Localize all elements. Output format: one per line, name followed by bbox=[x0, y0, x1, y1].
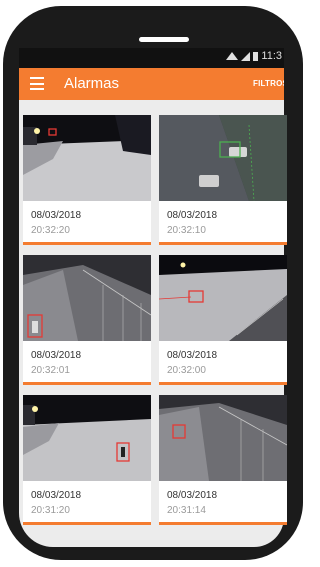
app-bar: Alarmas FILTROS bbox=[19, 68, 284, 100]
alarm-accent-bar bbox=[159, 522, 287, 525]
alarm-accent-bar bbox=[23, 242, 151, 245]
hamburger-menu-icon[interactable] bbox=[30, 77, 44, 90]
alarm-snapshot-1 bbox=[23, 115, 151, 201]
wifi-icon bbox=[226, 52, 239, 60]
alarm-time: 20:31:20 bbox=[31, 505, 70, 516]
alarm-date: 08/03/2018 bbox=[31, 350, 82, 361]
alarm-time: 20:32:20 bbox=[31, 225, 70, 236]
status-bar: 11:3 bbox=[19, 48, 284, 68]
alarm-accent-bar bbox=[159, 242, 287, 245]
alarm-date: 08/03/2018 bbox=[31, 490, 82, 501]
page-title: Alarmas bbox=[64, 75, 120, 92]
alarm-card[interactable]: 08/03/2018 20:32:20 bbox=[23, 115, 151, 245]
alarm-time: 20:31:14 bbox=[167, 505, 206, 516]
alarm-card[interactable]: 08/03/2018 20:31:20 bbox=[23, 395, 151, 525]
battery-icon bbox=[253, 51, 259, 61]
alarm-snapshot-6 bbox=[159, 395, 287, 481]
alarm-snapshot-3 bbox=[23, 255, 151, 341]
alarm-date: 08/03/2018 bbox=[31, 210, 82, 221]
status-icons: 11:3 bbox=[226, 50, 282, 62]
alarm-accent-bar bbox=[23, 522, 151, 525]
alarm-date: 08/03/2018 bbox=[167, 210, 218, 221]
phone-speaker bbox=[139, 37, 189, 42]
alarm-card[interactable]: 08/03/2018 20:32:10 bbox=[159, 115, 287, 245]
alarm-time: 20:32:10 bbox=[167, 225, 206, 236]
alarm-date: 08/03/2018 bbox=[167, 490, 218, 501]
status-time: 11:3 bbox=[261, 50, 282, 62]
alarm-accent-bar bbox=[23, 382, 151, 385]
filters-button[interactable]: FILTROS bbox=[253, 79, 284, 88]
alarm-snapshot-4 bbox=[159, 255, 287, 341]
alarm-date: 08/03/2018 bbox=[167, 350, 218, 361]
alarm-card[interactable]: 08/03/2018 20:31:14 bbox=[159, 395, 287, 525]
alarm-time: 20:32:01 bbox=[31, 365, 70, 376]
alarm-accent-bar bbox=[159, 382, 287, 385]
alarm-snapshot-5 bbox=[23, 395, 151, 481]
alarm-snapshot-2 bbox=[159, 115, 287, 201]
signal-icon bbox=[241, 51, 251, 61]
alarm-card[interactable]: 08/03/2018 20:32:00 bbox=[159, 255, 287, 385]
alarm-card[interactable]: 08/03/2018 20:32:01 bbox=[23, 255, 151, 385]
alarm-time: 20:32:00 bbox=[167, 365, 206, 376]
